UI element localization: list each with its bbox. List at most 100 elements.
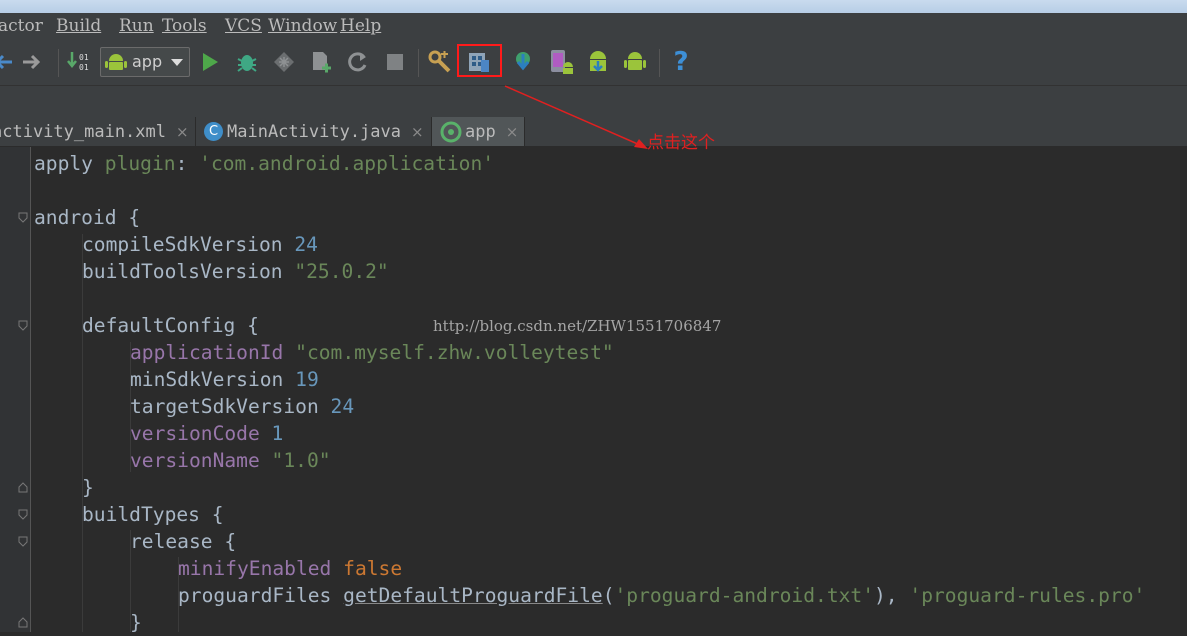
fold-marker-icon[interactable]	[18, 482, 28, 493]
code-token: 24	[294, 233, 318, 256]
code-token: proguardFiles	[178, 584, 344, 607]
menu-help-label: Help	[340, 16, 382, 36]
run-config-select[interactable]: app	[100, 47, 190, 77]
code-token: minifyEnabled	[178, 557, 332, 580]
menu-run-label: Run	[119, 16, 154, 36]
code-token: :	[175, 152, 200, 175]
android-icon	[105, 54, 127, 70]
profile-button[interactable]	[306, 47, 336, 77]
forward-button[interactable]	[17, 47, 47, 77]
file-add-icon	[313, 52, 331, 73]
class-icon: C	[204, 122, 223, 141]
navigation-bar	[0, 85, 1187, 118]
coverage-icon	[274, 52, 294, 72]
code-line: minSdkVersion 19	[130, 366, 319, 393]
menu-window-label: Window	[268, 16, 338, 36]
main-toolbar: 01 01 app ?	[0, 41, 1187, 85]
code-token: 'proguard-rules.pro'	[909, 584, 1146, 607]
editor-gutter	[0, 147, 31, 632]
code-token: (	[602, 584, 615, 607]
code-token: "com.myself.zhw.volleytest"	[283, 341, 614, 364]
tab-label: app	[465, 121, 496, 142]
menu-build[interactable]: Build	[56, 16, 101, 36]
debug-button[interactable]	[232, 47, 262, 77]
fold-marker-icon[interactable]	[18, 536, 28, 547]
annotation-callout: 点击这个	[647, 133, 715, 153]
editor-tab-bar: activity_main.xml × C MainActivity.java …	[0, 117, 1187, 147]
code-token: 1	[259, 422, 284, 445]
device-icon	[551, 50, 573, 74]
code-token: getDefaultProguardFile	[343, 584, 603, 607]
menu-window[interactable]: Window	[268, 16, 337, 36]
close-icon[interactable]: ×	[411, 123, 424, 141]
arrow-left-icon	[0, 54, 12, 70]
code-line: buildTypes {	[82, 503, 224, 526]
code-token: compileSdkVersion	[82, 233, 295, 256]
code-line: release {	[130, 530, 237, 553]
attach-debugger-button[interactable]	[269, 47, 299, 77]
gradle-icon	[440, 121, 462, 142]
sdk-manager-button[interactable]	[583, 47, 613, 77]
fold-marker-icon[interactable]	[18, 212, 28, 223]
toolbar-separator	[659, 49, 660, 77]
tab-activity-main-xml[interactable]: activity_main.xml ×	[0, 117, 196, 146]
bug-icon	[237, 55, 257, 72]
help-button[interactable]: ?	[666, 47, 696, 77]
fold-marker-icon[interactable]	[18, 320, 28, 331]
code-token: 'proguard-android.txt'	[614, 584, 875, 607]
code-line: }	[82, 476, 94, 499]
tab-label: MainActivity.java	[227, 121, 401, 142]
menu-run[interactable]: Run	[119, 16, 154, 36]
code-line: minifyEnabled false	[178, 555, 402, 582]
tab-app-gradle[interactable]: app ×	[432, 117, 525, 146]
question-mark-icon: ?	[673, 47, 689, 77]
code-token: buildToolsVersion	[82, 260, 295, 283]
menu-refactor[interactable]: actor	[0, 16, 43, 36]
toolbar-separator	[58, 49, 59, 77]
menu-bar: actor Build Run Tools VCS Window Help	[0, 13, 1187, 41]
android-download-icon	[590, 51, 606, 72]
stop-icon	[387, 54, 403, 70]
highlight-box	[457, 44, 502, 77]
close-icon[interactable]: ×	[176, 123, 189, 141]
project-structure-button[interactable]	[425, 47, 455, 77]
play-icon	[203, 53, 218, 71]
sync-gradle-button[interactable]	[508, 47, 538, 77]
fold-marker-icon[interactable]	[18, 617, 28, 628]
menu-tools-label: Tools	[162, 16, 207, 36]
sync-icon	[516, 52, 530, 71]
code-token: plugin	[104, 152, 176, 175]
menu-tools[interactable]: Tools	[162, 16, 207, 36]
code-line: versionName "1.0"	[130, 447, 331, 474]
rerun-button[interactable]	[343, 47, 373, 77]
menu-help[interactable]: Help	[340, 16, 381, 36]
chevron-down-icon	[171, 59, 183, 66]
wrench-icon	[428, 50, 451, 73]
menu-vcs-label: VCS	[225, 16, 262, 36]
watermark-text: http://blog.csdn.net/ZHW1551706847	[433, 317, 722, 335]
make-project-button[interactable]: 01 01	[64, 47, 94, 77]
run-button[interactable]	[195, 47, 225, 77]
code-token: "25.0.2"	[294, 260, 389, 283]
code-token: "1.0"	[259, 449, 331, 472]
menu-build-label: Build	[56, 16, 102, 36]
close-icon[interactable]: ×	[506, 123, 519, 141]
toolbar-separator	[418, 49, 419, 77]
code-token: 19	[295, 368, 319, 391]
code-line: android {	[34, 206, 141, 229]
fold-marker-icon[interactable]	[18, 509, 28, 520]
code-line: defaultConfig {	[82, 314, 259, 337]
svg-text:01: 01	[79, 63, 89, 72]
menu-vcs[interactable]: VCS	[225, 16, 262, 36]
indent-guide	[82, 234, 83, 632]
code-token: targetSdkVersion	[130, 395, 331, 418]
code-line: applicationId "com.myself.zhw.volleytest…	[130, 339, 614, 366]
code-token: applicationId	[130, 341, 284, 364]
code-token: versionName	[130, 449, 260, 472]
android-monitor-button[interactable]	[620, 47, 650, 77]
code-token: apply	[34, 152, 105, 175]
back-button[interactable]	[0, 47, 18, 77]
stop-button[interactable]	[380, 47, 410, 77]
tab-mainactivity-java[interactable]: C MainActivity.java ×	[196, 117, 432, 146]
device-monitor-button[interactable]	[546, 47, 576, 77]
